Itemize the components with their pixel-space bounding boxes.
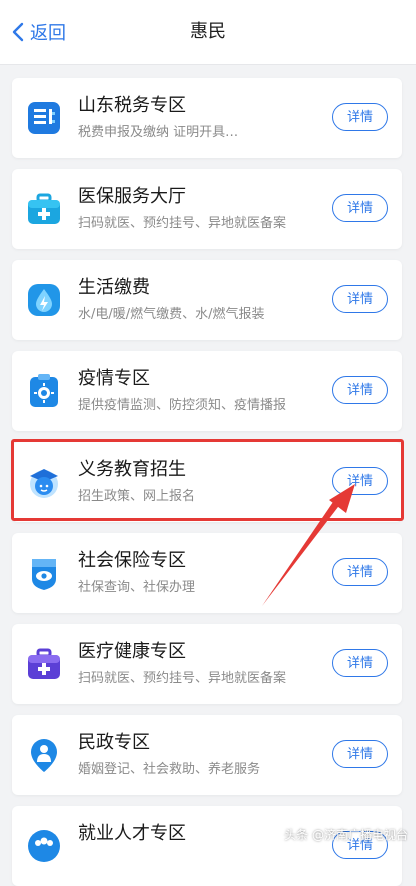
detail-button[interactable]: 详情 (332, 194, 388, 222)
student-icon (30, 469, 58, 498)
service-name: 医疗健康专区 (78, 641, 186, 662)
virus-clipboard-icon (30, 374, 58, 407)
service-card-utilities[interactable]: 生活缴费 水/电/暖/燃气缴费、水/燃气报装 详情 (12, 260, 402, 340)
service-card-civil-affairs[interactable]: 民政专区 婚姻登记、社会救助、养老服务 详情 (12, 715, 402, 795)
service-name: 疫情专区 (78, 368, 150, 389)
tax-icon (28, 102, 60, 134)
detail-button[interactable]: 详情 (332, 740, 388, 768)
water-drop-icon (28, 284, 60, 316)
service-card-social-insurance[interactable]: 社会保险专区 社保查询、社保办理 详情 (12, 533, 402, 613)
service-desc: 社保查询、社保办理 (78, 580, 196, 595)
service-card-health[interactable]: 医疗健康专区 扫码就医、预约挂号、异地就医备案 详情 (12, 624, 402, 704)
service-name: 就业人才专区 (78, 823, 186, 844)
detail-button[interactable]: 详情 (332, 285, 388, 313)
service-card-tax[interactable]: 山东税务专区 税费申报及缴纳 证明开具… 详情 (12, 78, 402, 158)
person-location-icon (31, 739, 57, 772)
detail-button[interactable]: 详情 (332, 558, 388, 586)
medical-case-icon (28, 648, 60, 679)
service-desc: 提供疫情监测、防控须知、疫情播报 (78, 398, 287, 413)
detail-button[interactable]: 详情 (332, 649, 388, 677)
service-name: 民政专区 (78, 732, 150, 753)
nav-bar: 返回 惠民 (0, 0, 416, 65)
service-name: 义务教育招生 (78, 459, 186, 480)
service-desc: 税费申报及缴纳 证明开具… (78, 125, 239, 140)
page-title: 惠民 (190, 21, 226, 42)
service-desc: 扫码就医、预约挂号、异地就医备案 (78, 671, 287, 686)
medical-kit-icon (28, 193, 60, 224)
service-card-education[interactable]: 义务教育招生 招生政策、网上报名 详情 (12, 442, 402, 522)
service-desc: 水/电/暖/燃气缴费、水/燃气报装 (78, 307, 265, 322)
watermark: 头条 @济南广播电视台 (284, 828, 408, 842)
service-desc: 扫码就医、预约挂号、异地就医备案 (78, 216, 287, 231)
service-name: 医保服务大厅 (78, 186, 186, 207)
detail-button[interactable]: 详情 (332, 376, 388, 404)
service-card-employment[interactable]: 就业人才专区 详情 (12, 806, 402, 886)
service-desc: 招生政策、网上报名 (78, 489, 196, 504)
detail-button[interactable]: 详情 (332, 103, 388, 131)
service-card-medical-insurance[interactable]: 医保服务大厅 扫码就医、预约挂号、异地就医备案 详情 (12, 169, 402, 249)
people-icon (28, 830, 60, 862)
shield-eye-icon (32, 559, 56, 590)
service-name: 社会保险专区 (78, 550, 186, 571)
service-card-epidemic[interactable]: 疫情专区 提供疫情监测、防控须知、疫情播报 详情 (12, 351, 402, 431)
detail-button[interactable]: 详情 (332, 467, 388, 495)
service-desc: 婚姻登记、社会救助、养老服务 (78, 762, 261, 777)
service-name: 山东税务专区 (78, 95, 186, 116)
service-name: 生活缴费 (78, 277, 150, 298)
